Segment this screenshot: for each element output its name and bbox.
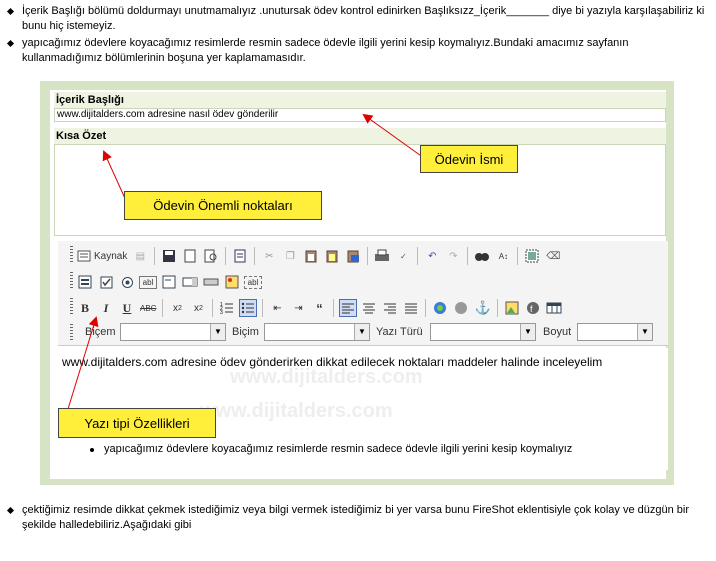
callout-odev-ismi: Ödevin İsmi: [420, 145, 518, 173]
bullet-icon: [6, 506, 15, 515]
annotation-arrows: [60, 113, 428, 426]
arrow-yazi-tipi: [63, 316, 99, 423]
arrow-odev-ismi: [362, 113, 425, 159]
bullet-item: çektiğimiz resimde dikkat çekmek istediğ…: [6, 503, 708, 533]
bullet-text: çektiğimiz resimde dikkat çekmek istediğ…: [22, 504, 689, 531]
callout-onemli-noktalar: Ödevin Önemli noktaları: [124, 191, 322, 220]
callout-yazi-tipi: Yazı tipi Özellikleri: [58, 408, 216, 438]
